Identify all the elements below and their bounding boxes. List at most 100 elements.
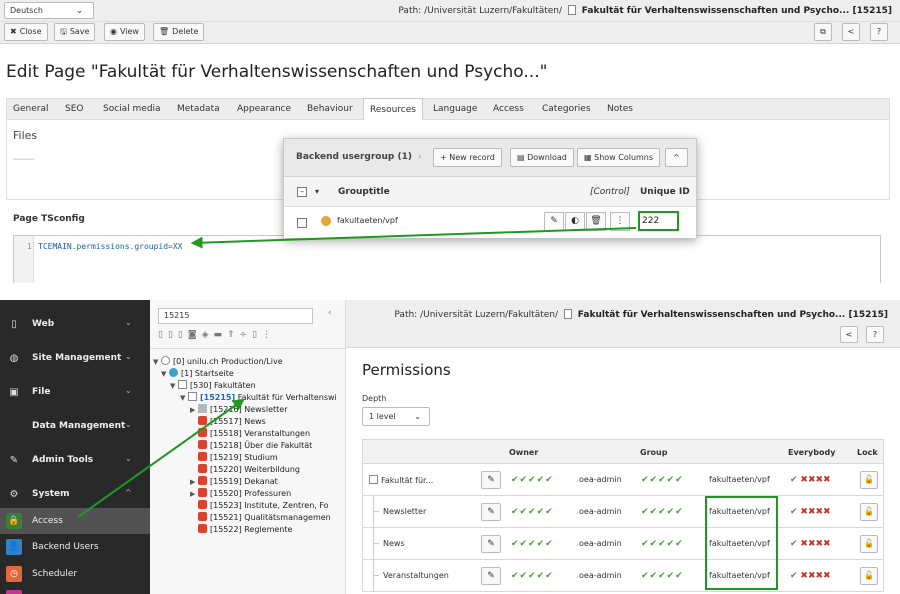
- tab-notes[interactable]: Notes: [607, 99, 633, 119]
- tree-search-input[interactable]: 15215: [158, 308, 313, 324]
- tree-node[interactable]: [15218] Über die Fakultät: [198, 440, 312, 450]
- owner-permissions[interactable]: ✔✔✔✔✔: [511, 507, 554, 517]
- language-select[interactable]: Deutsch ⌄: [4, 2, 94, 19]
- lock-button[interactable]: 🔓: [860, 471, 878, 489]
- download-button[interactable]: ▤ Download: [510, 148, 574, 167]
- tree-toolbar[interactable]: ▯▯▯◙◈▬⇑÷▯⋮: [158, 330, 338, 344]
- tree-node[interactable]: ▶ [15519] Dekanat: [190, 476, 278, 486]
- tree-node-label: [15521] Qualitätsmanagemen: [210, 513, 331, 522]
- edit-permissions-button[interactable]: ✎: [481, 471, 501, 489]
- tree-node-label: Fakultät für Verhaltenswi: [237, 393, 337, 402]
- tree-node-startseite[interactable]: ▼ [1] Startseite: [161, 368, 234, 378]
- tab-metadata[interactable]: Metadata: [177, 99, 220, 119]
- more-actions-button[interactable]: ⋮: [610, 212, 630, 231]
- new-record-button[interactable]: + New record: [433, 148, 502, 167]
- tree-node-root[interactable]: ▼ [0] unilu.ch Production/Live: [153, 356, 283, 366]
- module-scheduler[interactable]: ◷ Scheduler: [0, 561, 150, 588]
- everybody-permissions[interactable]: ✔ ✖✖✖✖: [790, 571, 831, 581]
- usergroup-list-title[interactable]: Backend usergroup (1) ›: [296, 152, 422, 162]
- owner-name[interactable]: oea-admin: [579, 507, 622, 516]
- owner-name[interactable]: oea-admin: [579, 571, 622, 580]
- tree-node[interactable]: [15522] Reglemente: [198, 524, 292, 534]
- globe-icon: ◍: [9, 353, 19, 364]
- lock-button[interactable]: 🔓: [860, 535, 878, 553]
- view-button[interactable]: ◉ View: [104, 23, 145, 41]
- tree-node[interactable]: [15220] Weiterbildung: [198, 464, 300, 474]
- module-backend-users[interactable]: 👤 Backend Users: [0, 534, 150, 561]
- group-title[interactable]: fakultaeten/vpf: [337, 216, 398, 225]
- tab-resources[interactable]: Resources: [363, 98, 423, 120]
- module-system[interactable]: ⚙ System ^: [0, 480, 150, 510]
- owner-permissions[interactable]: ✔✔✔✔✔: [511, 571, 554, 581]
- close-button[interactable]: ✖ Close: [4, 23, 48, 41]
- toggle-visibility-button[interactable]: ◐: [565, 212, 585, 231]
- share-button[interactable]: <: [842, 23, 860, 41]
- tree-node[interactable]: [15523] Institute, Zentren, Fo: [198, 500, 329, 510]
- owner-permissions[interactable]: ✔✔✔✔✔: [511, 539, 554, 549]
- tree-node[interactable]: [15517] News: [198, 416, 266, 426]
- tab-behaviour[interactable]: Behaviour: [307, 99, 353, 119]
- tab-categories[interactable]: Categories: [542, 99, 591, 119]
- select-all-checkbox[interactable]: –: [297, 187, 307, 197]
- tab-general[interactable]: General: [13, 99, 48, 119]
- depth-select[interactable]: 1 level ⌄: [362, 407, 430, 426]
- delete-button[interactable]: 🗑 Delete: [153, 23, 205, 41]
- module-data-management[interactable]: Data Management ⌄: [0, 412, 150, 442]
- lock-button[interactable]: 🔓: [860, 503, 878, 521]
- toggle-icon: ▼: [170, 382, 176, 390]
- tab-appearance[interactable]: Appearance: [237, 99, 291, 119]
- tsconfig-label: Page TSconfig: [13, 214, 85, 224]
- tree-node-fakultaeten[interactable]: ▼ [530] Fakultäten: [170, 380, 256, 390]
- group-permissions[interactable]: ✔✔✔✔✔: [641, 475, 684, 485]
- group-permissions[interactable]: ✔✔✔✔✔: [641, 507, 684, 517]
- lock-button[interactable]: 🔓: [860, 567, 878, 585]
- edit-button[interactable]: ✎: [544, 212, 564, 231]
- tree-node[interactable]: [15518] Veranstaltungen: [198, 428, 310, 438]
- edit-permissions-button[interactable]: ✎: [481, 567, 501, 585]
- save-button[interactable]: 🖫 Save: [54, 23, 96, 41]
- everybody-permissions[interactable]: ✔ ✖✖✖✖: [790, 475, 831, 485]
- open-new-window-button[interactable]: ⧉: [814, 23, 832, 41]
- chevron-up-icon: ^: [125, 488, 132, 497]
- owner-name[interactable]: oea-admin: [579, 475, 622, 484]
- tree-node[interactable]: ▶ [15216] Newsletter: [190, 404, 287, 414]
- image-icon: ▣: [9, 387, 19, 398]
- collapse-tree-icon[interactable]: ‹: [328, 308, 332, 318]
- tab-seo[interactable]: SEO: [65, 99, 83, 119]
- owner-permissions[interactable]: ✔✔✔✔✔: [511, 475, 554, 485]
- tab-language[interactable]: Language: [433, 99, 477, 119]
- module-web[interactable]: ▯ Web ⌄: [0, 310, 150, 340]
- module-access[interactable]: 🔒 Access: [0, 508, 150, 534]
- module-site-management[interactable]: ◍ Site Management ⌄: [0, 344, 150, 374]
- collapse-button[interactable]: ^: [665, 148, 688, 167]
- delete-record-button[interactable]: 🗑: [586, 212, 606, 231]
- group-name[interactable]: fakultaeten/vpf: [709, 475, 770, 484]
- show-columns-button[interactable]: ▦ Show Columns: [577, 148, 661, 167]
- tab-access[interactable]: Access: [493, 99, 524, 119]
- column-unique-id[interactable]: Unique ID: [640, 187, 690, 197]
- tab-social-media[interactable]: Social media: [103, 99, 161, 119]
- pencil-icon: ✎: [487, 475, 495, 485]
- owner-name[interactable]: oea-admin: [579, 539, 622, 548]
- module-file[interactable]: ▣ File ⌄: [0, 378, 150, 408]
- help-button[interactable]: ?: [870, 23, 888, 41]
- row-checkbox[interactable]: [297, 218, 307, 228]
- edit-permissions-button[interactable]: ✎: [481, 503, 501, 521]
- module-admin-tools[interactable]: ✎ Admin Tools ⌄: [0, 446, 150, 476]
- tree-node[interactable]: [15219] Studium: [198, 452, 278, 462]
- column-grouptitle[interactable]: Grouptitle: [338, 187, 390, 197]
- share-button[interactable]: <: [840, 326, 858, 343]
- tree-node[interactable]: [15521] Qualitätsmanagemen: [198, 512, 331, 522]
- language-toolbar: Deutsch ⌄ Path: /Universität Luzern/Faku…: [0, 0, 900, 22]
- tree-node-selected[interactable]: ▼ [15215] Fakultät für Verhaltenswi: [180, 392, 337, 402]
- help-button[interactable]: ?: [866, 326, 884, 343]
- select-menu-chevron-icon[interactable]: ▾: [315, 187, 319, 196]
- everybody-permissions[interactable]: ✔ ✖✖✖✖: [790, 539, 831, 549]
- tree-node[interactable]: ▶ [15520] Professuren: [190, 488, 291, 498]
- group-permissions[interactable]: ✔✔✔✔✔: [641, 571, 684, 581]
- edit-permissions-button[interactable]: ✎: [481, 535, 501, 553]
- everybody-permissions[interactable]: ✔ ✖✖✖✖: [790, 507, 831, 517]
- tsconfig-editor[interactable]: 1 TCEMAIN.permissions.groupid=XX: [13, 235, 881, 283]
- language-select-value: Deutsch: [10, 6, 43, 15]
- group-permissions[interactable]: ✔✔✔✔✔: [641, 539, 684, 549]
